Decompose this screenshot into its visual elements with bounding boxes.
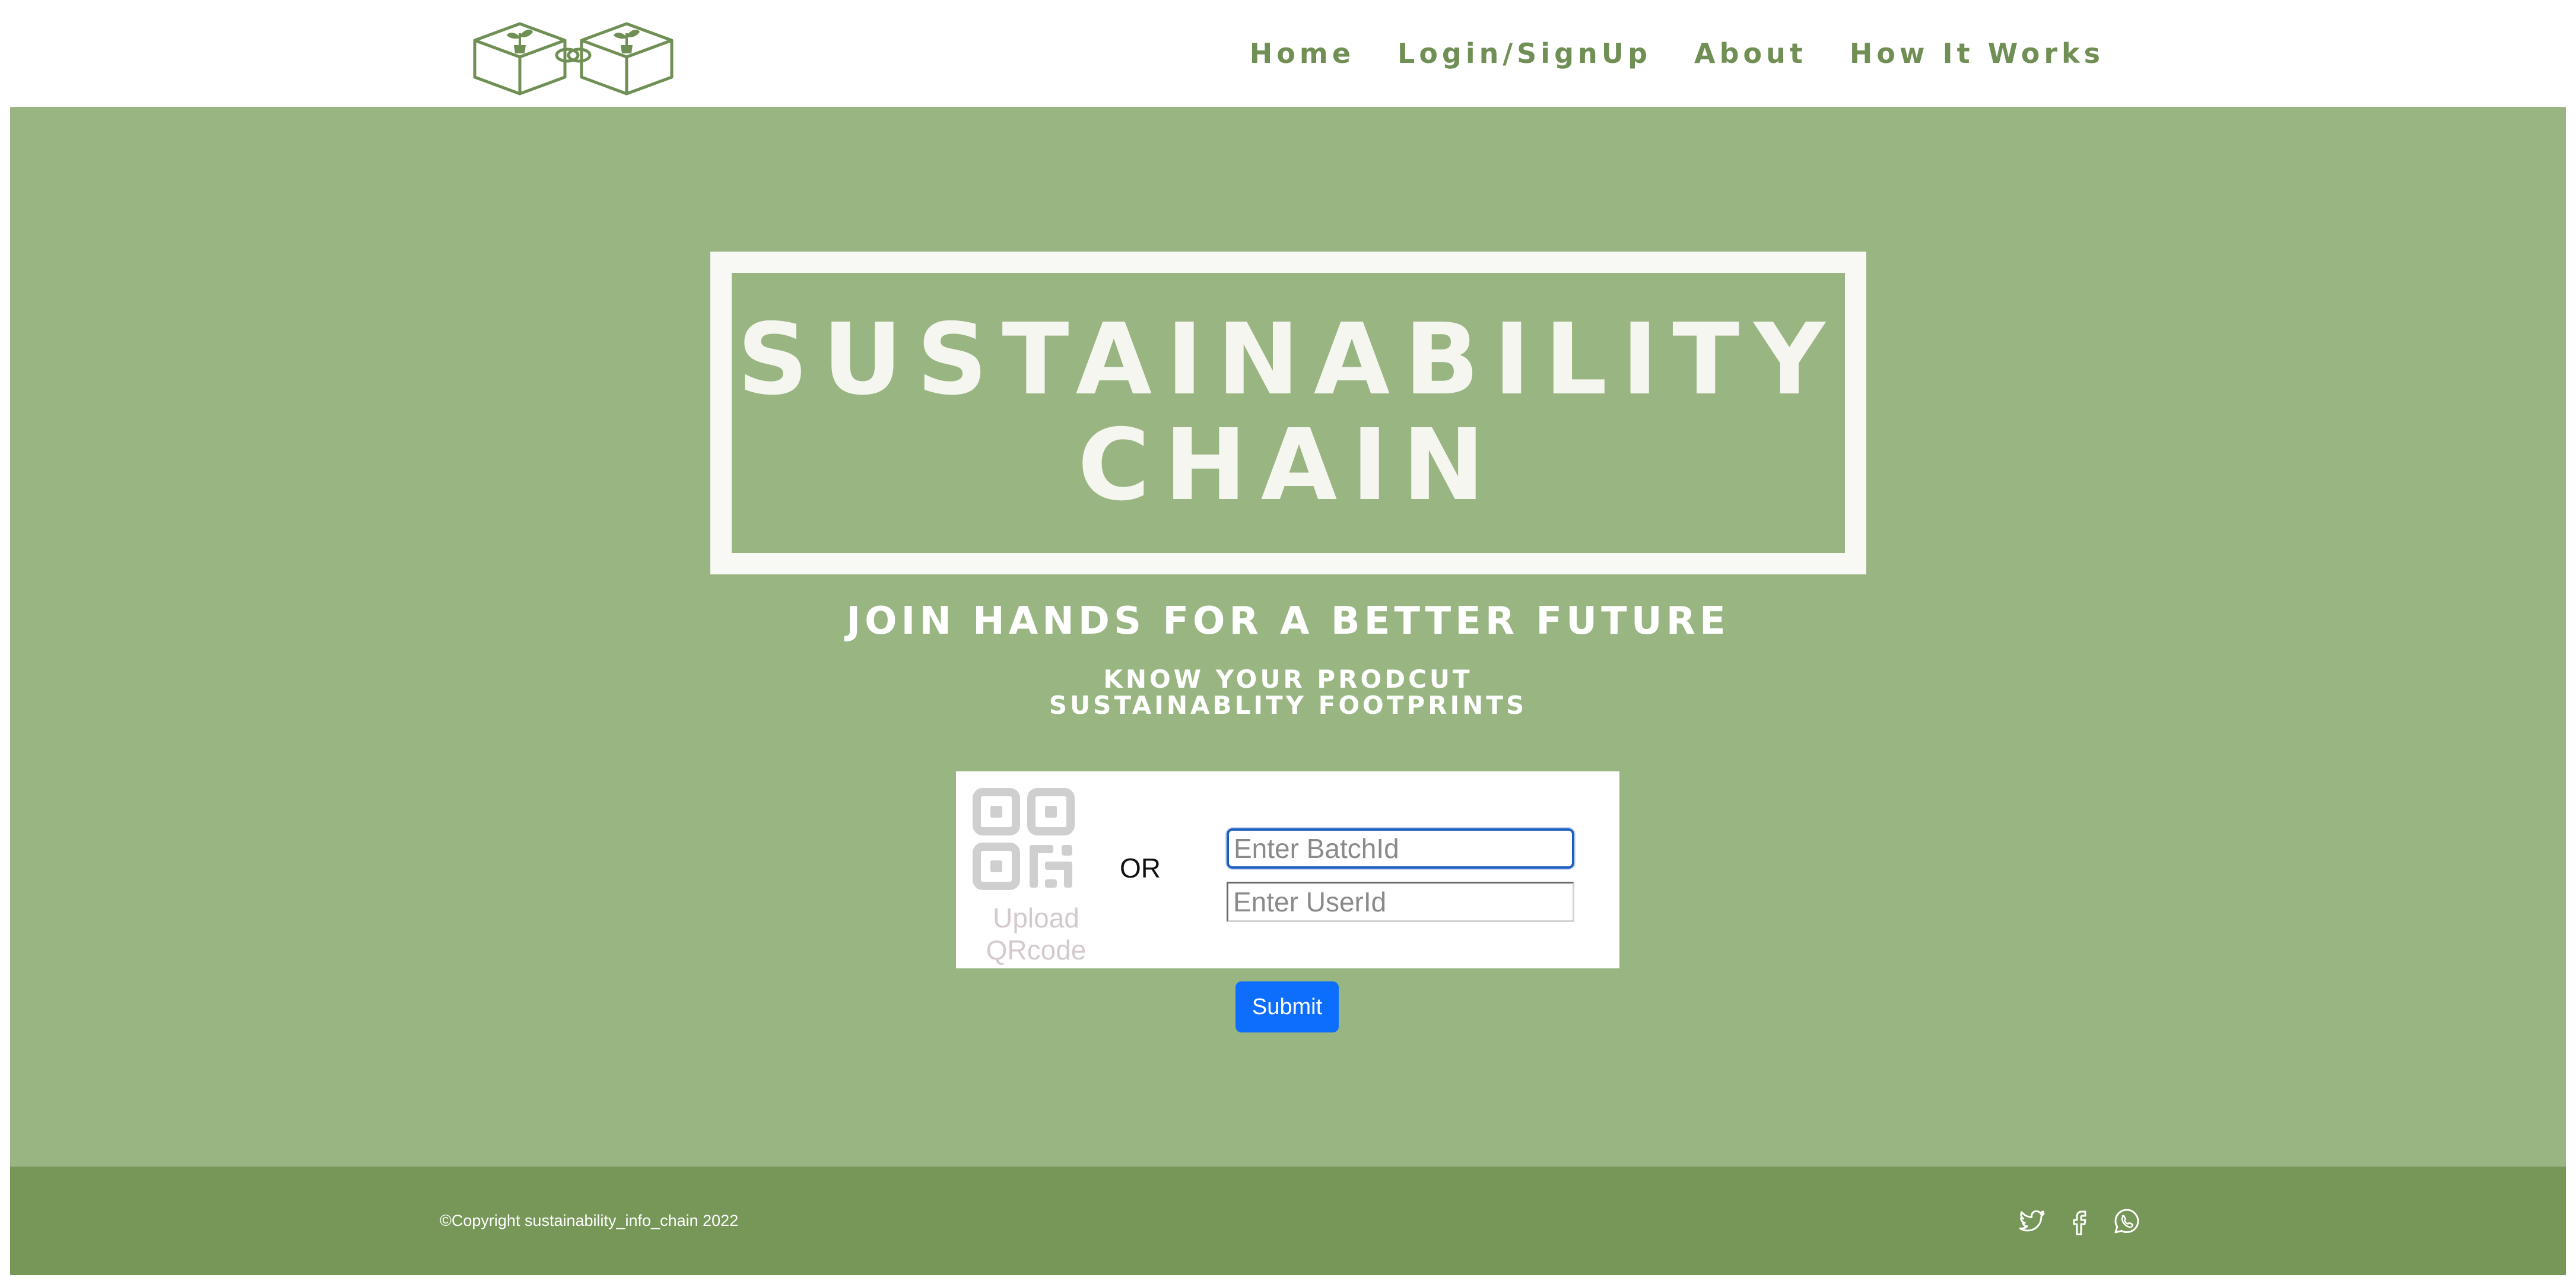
upload-label-line-1: Upload xyxy=(993,903,1079,933)
nav-home[interactable]: Home xyxy=(1250,37,1355,69)
facebook-icon[interactable] xyxy=(2065,1207,2094,1235)
footer: ©Copyright sustainability_info_chain 202… xyxy=(10,1167,2566,1275)
tagline: JOIN HANDS FOR A BETTER FUTURE xyxy=(846,599,1730,643)
main-nav: Home Login/SignUp About How It Works xyxy=(1250,0,2104,107)
submit-button[interactable]: Submit xyxy=(1235,981,1339,1032)
title-box: SUSTAINABILITY CHAIN xyxy=(732,273,1845,553)
title-line-2: CHAIN xyxy=(1078,408,1499,523)
twitter-icon[interactable] xyxy=(2018,1207,2046,1235)
upload-label-line-2: QRcode xyxy=(986,935,1087,965)
upload-qrcode-label[interactable]: Upload QRcode xyxy=(962,902,1110,966)
lookup-card: Upload QRcode OR xyxy=(956,771,1619,968)
logo-icon[interactable] xyxy=(472,11,676,96)
or-separator: OR xyxy=(1120,853,1161,884)
header: Home Login/SignUp About How It Works xyxy=(0,0,2576,107)
nav-how-it-works[interactable]: How It Works xyxy=(1850,37,2104,69)
title-frame: SUSTAINABILITY CHAIN xyxy=(710,252,1866,574)
user-id-input[interactable] xyxy=(1227,882,1574,922)
copyright-text: ©Copyright sustainability_info_chain 202… xyxy=(440,1212,739,1229)
whatsapp-icon[interactable] xyxy=(2113,1207,2141,1235)
page: Home Login/SignUp About How It Works SUS… xyxy=(0,0,2576,1287)
qr-code-icon[interactable] xyxy=(973,788,1075,890)
nav-login-signup[interactable]: Login/SignUp xyxy=(1397,37,1651,69)
nav-about[interactable]: About xyxy=(1694,37,1807,69)
title-line-1: SUSTAINABILITY xyxy=(737,303,1840,417)
hero-section: SUSTAINABILITY CHAIN JOIN HANDS FOR A BE… xyxy=(10,107,2566,1167)
social-links xyxy=(2018,1167,2141,1275)
batch-id-input[interactable] xyxy=(1227,828,1574,869)
subheading-line-1: KNOW YOUR PRODCUT xyxy=(1103,665,1473,694)
subheading-line-2: SUSTAINABLITY FOOTPRINTS xyxy=(1049,691,1527,720)
